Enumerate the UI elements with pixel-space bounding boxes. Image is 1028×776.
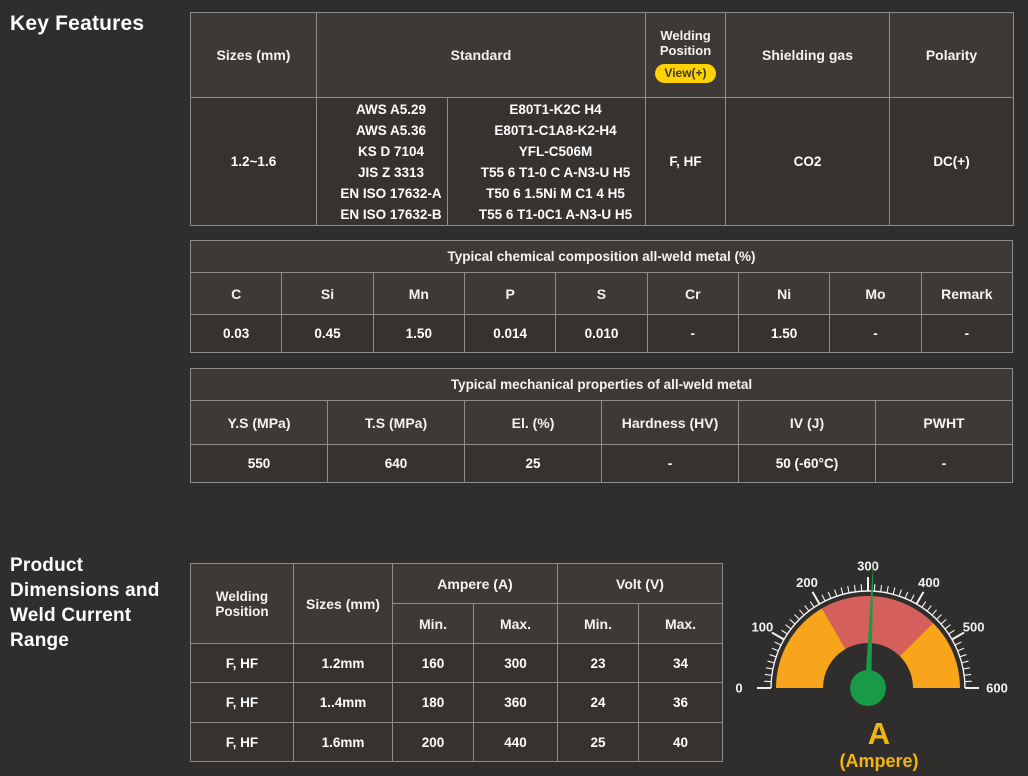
cur-volt-max: 34	[639, 644, 723, 683]
chem-value: -	[921, 315, 1012, 353]
spec-header-polarity: Polarity	[890, 13, 1014, 98]
mech-value: 640	[328, 445, 465, 483]
cur-header-amp-min: Min.	[393, 604, 474, 644]
chem-col-header: C	[191, 273, 282, 315]
cur-amp-min: 160	[393, 644, 474, 683]
chem-col-header: Mn	[373, 273, 464, 315]
cur-header-volt-min: Min.	[558, 604, 639, 644]
spec-classifications-list: E80T1-K2C H4 E80T1-C1A8-K2-H4 YFL-C506M …	[448, 98, 646, 226]
chem-value: 0.45	[282, 315, 373, 353]
spec-welding-position-value: F, HF	[646, 98, 726, 226]
chem-value: -	[647, 315, 738, 353]
chem-col-header: Remark	[921, 273, 1012, 315]
cur-size: 1.6mm	[294, 723, 393, 762]
chem-value: 0.014	[464, 315, 555, 353]
welding-position-label: Welding Position	[646, 28, 725, 58]
chem-value: 1.50	[738, 315, 829, 353]
mechanical-properties-table: Typical mechanical properties of all-wel…	[190, 368, 1013, 483]
mech-value: 25	[465, 445, 602, 483]
spec-shielding-gas-value: CO2	[726, 98, 890, 226]
cur-size: 1..4mm	[294, 683, 393, 723]
cur-volt-max: 36	[639, 683, 723, 723]
cur-header-volt: Volt (V)	[558, 564, 723, 604]
spec-header-shielding-gas: Shielding gas	[726, 13, 890, 98]
table-row: F, HF 1..4mm 180 360 24 36	[191, 683, 723, 723]
product-dimensions-title: Product Dimensions and Weld Current Rang…	[10, 553, 182, 653]
chem-col-header: Si	[282, 273, 373, 315]
cur-amp-min: 200	[393, 723, 474, 762]
cur-size: 1.2mm	[294, 644, 393, 683]
cur-header-welding-position: Welding Position	[191, 564, 294, 644]
cur-header-amp-max: Max.	[474, 604, 558, 644]
mech-col-header: PWHT	[876, 401, 1013, 445]
spec-standards-list: AWS A5.29 AWS A5.36 KS D 7104 JIS Z 3313…	[317, 98, 448, 226]
svg-text:0: 0	[735, 681, 742, 696]
chem-col-header: Ni	[738, 273, 829, 315]
weld-current-table: Welding Position Sizes (mm) Ampere (A) V…	[190, 563, 723, 762]
chem-value: 0.010	[556, 315, 647, 353]
spec-header-sizes: Sizes (mm)	[191, 13, 317, 98]
svg-text:400: 400	[918, 575, 940, 590]
view-plus-button[interactable]: View(+)	[655, 64, 715, 83]
key-features-title: Key Features	[10, 12, 144, 36]
chem-value: 0.03	[191, 315, 282, 353]
cur-position: F, HF	[191, 644, 294, 683]
chem-col-header: Cr	[647, 273, 738, 315]
svg-text:600: 600	[986, 681, 1008, 696]
cur-position: F, HF	[191, 723, 294, 762]
chem-col-header: P	[464, 273, 555, 315]
mechanical-table-title: Typical mechanical properties of all-wel…	[191, 369, 1013, 401]
cur-position: F, HF	[191, 683, 294, 723]
cur-header-sizes: Sizes (mm)	[294, 564, 393, 644]
spec-sizes-value: 1.2~1.6	[191, 98, 317, 226]
cur-volt-min: 25	[558, 723, 639, 762]
svg-text:500: 500	[963, 620, 985, 635]
cur-header-ampere: Ampere (A)	[393, 564, 558, 604]
spec-polarity-value: DC(+)	[890, 98, 1014, 226]
chem-value: -	[830, 315, 921, 353]
cur-volt-max: 40	[639, 723, 723, 762]
gauge-unit-sublabel: (Ampere)	[730, 751, 1028, 772]
ampere-gauge: 0 100 200 300 400 500 600 A (Ampere)	[730, 550, 1028, 776]
gauge-dial: 0 100 200 300 400 500 600	[730, 550, 1028, 716]
cur-amp-min: 180	[393, 683, 474, 723]
table-row: F, HF 1.2mm 160 300 23 34	[191, 644, 723, 683]
chem-value: 1.50	[373, 315, 464, 353]
chem-col-header: Mo	[830, 273, 921, 315]
mech-col-header: IV (J)	[739, 401, 876, 445]
cur-volt-min: 24	[558, 683, 639, 723]
svg-text:200: 200	[796, 575, 818, 590]
svg-text:300: 300	[857, 559, 879, 574]
mech-col-header: Y.S (MPa)	[191, 401, 328, 445]
table-row: F, HF 1.6mm 200 440 25 40	[191, 723, 723, 762]
cur-amp-max: 300	[474, 644, 558, 683]
mech-col-header: El. (%)	[465, 401, 602, 445]
mech-value: 50 (-60°C)	[739, 445, 876, 483]
cur-header-volt-max: Max.	[639, 604, 723, 644]
cur-volt-min: 23	[558, 644, 639, 683]
mech-col-header: T.S (MPa)	[328, 401, 465, 445]
mech-value: -	[876, 445, 1013, 483]
svg-text:100: 100	[751, 620, 773, 635]
mech-col-header: Hardness (HV)	[602, 401, 739, 445]
mech-value: -	[602, 445, 739, 483]
spec-header-standard: Standard	[317, 13, 646, 98]
spec-header-welding-position: Welding Position View(+)	[646, 13, 726, 98]
chemical-composition-table: Typical chemical composition all-weld me…	[190, 240, 1013, 353]
gauge-unit-label: A	[730, 716, 1028, 752]
mech-value: 550	[191, 445, 328, 483]
cur-amp-max: 440	[474, 723, 558, 762]
chemical-table-title: Typical chemical composition all-weld me…	[191, 241, 1013, 273]
spec-table: Sizes (mm) Standard Welding Position Vie…	[190, 12, 1014, 226]
chem-col-header: S	[556, 273, 647, 315]
cur-amp-max: 360	[474, 683, 558, 723]
